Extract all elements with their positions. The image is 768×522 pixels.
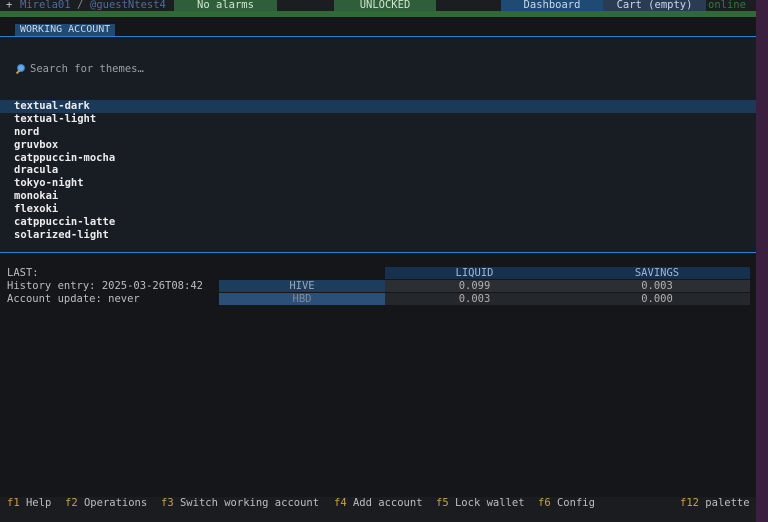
- asset-hive: HIVE: [219, 280, 385, 292]
- theme-option[interactable]: catppuccin-latte: [0, 216, 756, 229]
- theme-option[interactable]: flexoki: [0, 203, 756, 216]
- history-entry: History entry: 2025-03-26T08:42: [7, 280, 203, 292]
- theme-option[interactable]: textual-dark: [0, 100, 756, 113]
- binding-operations[interactable]: f2 Operations: [65, 497, 147, 510]
- hbd-liquid: 0.003: [385, 293, 564, 305]
- search-input[interactable]: Search for themes…: [16, 63, 144, 75]
- theme-option[interactable]: tokyo-night: [0, 177, 756, 190]
- binding-add-account[interactable]: f4 Add account: [334, 497, 423, 510]
- binding-switch-account[interactable]: f3 Switch working account: [161, 497, 319, 510]
- hive-savings: 0.003: [564, 280, 750, 292]
- panel-bottom-border: [0, 252, 756, 253]
- account-update: Account update: never: [7, 293, 140, 305]
- expand-icon[interactable]: +: [6, 0, 12, 11]
- search-placeholder: Search for themes…: [30, 63, 144, 75]
- status-divider: [0, 11, 756, 17]
- asset-hbd: HBD: [219, 293, 385, 305]
- header-savings: SAVINGS: [564, 267, 750, 279]
- binding-lock-wallet[interactable]: f5 Lock wallet: [436, 497, 525, 510]
- dashboard-button[interactable]: Dashboard: [501, 0, 603, 11]
- lock-status[interactable]: UNLOCKED: [334, 0, 436, 11]
- last-label: LAST:: [7, 267, 39, 279]
- header-liquid: LIQUID: [385, 267, 564, 279]
- footer-keybindings: f1 Help f2 Operations f3 Switch working …: [0, 497, 756, 510]
- secondary-account[interactable]: @guestNtest4: [90, 0, 166, 11]
- theme-option[interactable]: dracula: [0, 164, 756, 177]
- theme-option[interactable]: solarized-light: [0, 229, 756, 242]
- footer-padding: [0, 510, 756, 522]
- search-icon: [16, 64, 26, 74]
- alarms-indicator[interactable]: No alarms: [174, 0, 277, 11]
- hbd-savings: 0.000: [564, 293, 750, 305]
- cart-button[interactable]: Cart (empty): [603, 0, 706, 11]
- theme-list: textual-dark textual-light nord gruvbox catp…: [0, 100, 756, 242]
- window-edge: [756, 0, 768, 522]
- account-name[interactable]: Mirela01: [20, 0, 71, 11]
- terminal-window: + Mirela01 / @guestNtest4 No alarms UNLO…: [0, 0, 756, 522]
- tab-working-account[interactable]: WORKING ACCOUNT: [15, 24, 116, 36]
- theme-option[interactable]: catppuccin-mocha: [0, 152, 756, 165]
- theme-option[interactable]: monokai: [0, 190, 756, 203]
- hive-liquid: 0.099: [385, 280, 564, 292]
- theme-picker-panel: Search for themes… textual-dark textual-l…: [0, 37, 756, 252]
- connection-status: online: [708, 0, 746, 11]
- theme-option[interactable]: nord: [0, 126, 756, 139]
- top-bar: + Mirela01 / @guestNtest4 No alarms UNLO…: [0, 0, 756, 11]
- theme-option[interactable]: gruvbox: [0, 139, 756, 152]
- theme-option[interactable]: textual-light: [0, 113, 756, 126]
- binding-palette[interactable]: f12 palette: [680, 497, 750, 510]
- separator: /: [77, 0, 84, 11]
- binding-help[interactable]: f1 Help: [7, 497, 51, 510]
- binding-config[interactable]: f6 Config: [538, 497, 595, 510]
